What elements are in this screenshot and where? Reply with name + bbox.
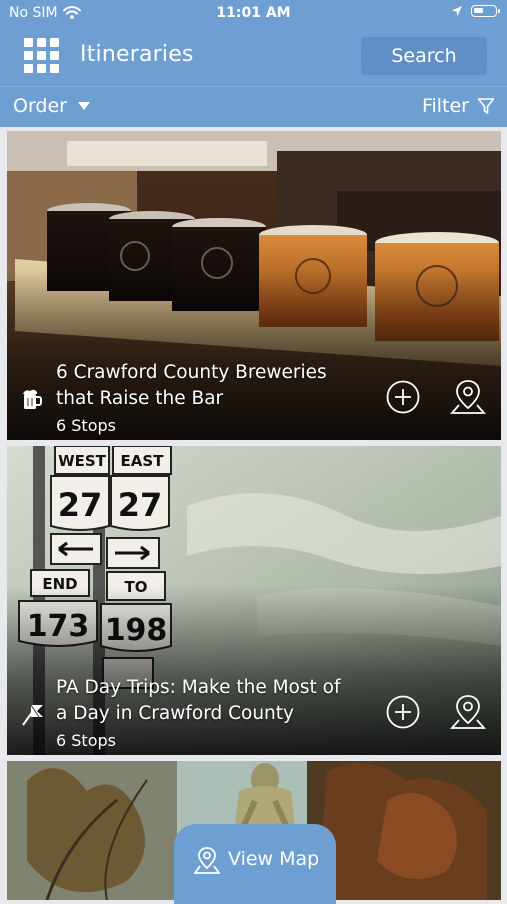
svg-text:EAST: EAST (121, 452, 165, 470)
itinerary-card-day-trips[interactable]: WEST EAST 27 27 END TO 173 198 PA Day Tr… (7, 446, 501, 755)
sort-filter-bar: Order Filter (0, 86, 507, 127)
order-label: Order (13, 95, 67, 117)
view-map-label: View Map (228, 848, 320, 870)
location-arrow-icon (452, 6, 462, 16)
map-pin-icon[interactable] (450, 378, 486, 416)
beer-mug-icon (23, 389, 42, 409)
app-header: Itineraries Search (0, 28, 507, 86)
itinerary-card-breweries[interactable]: 6 Crawford County Breweries that Raise t… (7, 131, 501, 440)
filter-button[interactable]: Filter (422, 95, 495, 117)
view-map-button[interactable]: View Map (174, 824, 336, 904)
search-button[interactable]: Search (361, 37, 487, 75)
status-right (451, 5, 500, 17)
funnel-icon (477, 98, 495, 114)
card-title: PA Day Trips: Make the Most of a Day in … (56, 677, 341, 724)
map-pin-icon (194, 847, 220, 874)
card-shade (7, 270, 501, 440)
caret-down-icon (78, 102, 90, 110)
svg-text:WEST: WEST (58, 452, 107, 470)
add-circle-icon[interactable] (386, 380, 420, 414)
map-pin-icon[interactable] (450, 693, 486, 731)
add-circle-icon[interactable] (386, 695, 420, 729)
card-stops: 6 Stops (56, 731, 116, 750)
card-stops: 6 Stops (56, 416, 116, 435)
flag-icon (22, 704, 43, 726)
grid-menu-icon[interactable] (24, 38, 62, 74)
svg-text:27: 27 (118, 486, 163, 524)
battery-icon (471, 5, 500, 17)
card-title: 6 Crawford County Breweries that Raise t… (56, 362, 327, 409)
card-shade (7, 585, 501, 755)
order-dropdown[interactable]: Order (13, 95, 91, 117)
page-title: Itineraries (80, 42, 194, 67)
svg-text:27: 27 (58, 486, 103, 524)
status-time: 11:01 AM (216, 5, 291, 21)
status-bar: No SIM 11:01 AM (0, 0, 507, 28)
filter-label: Filter (421, 95, 469, 117)
